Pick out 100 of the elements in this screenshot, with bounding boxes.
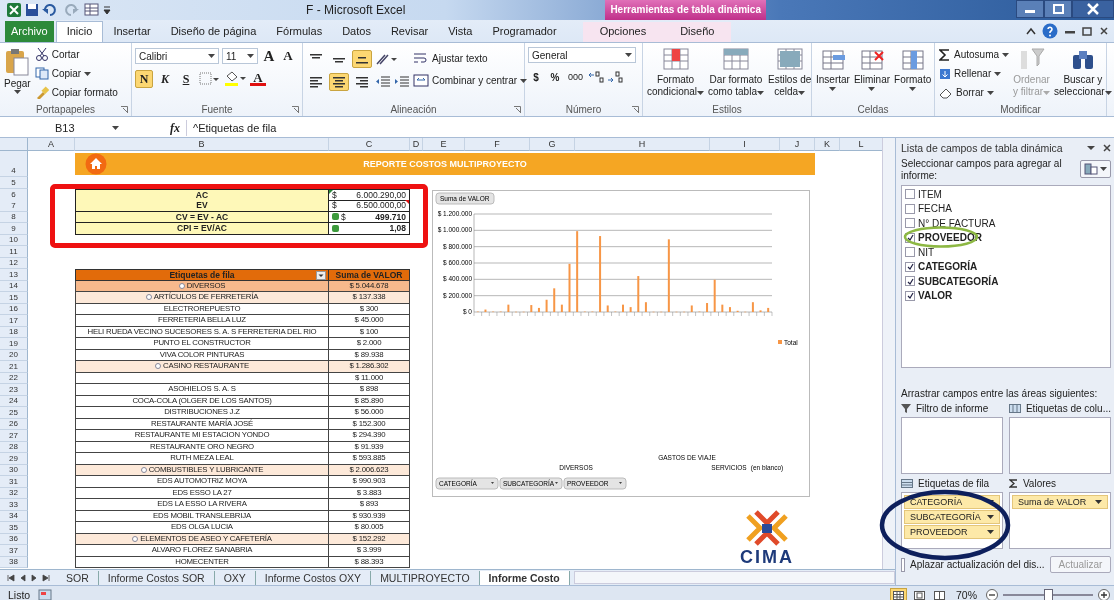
row-field-chip[interactable]: PROVEEDOR xyxy=(904,525,1000,539)
cells-button[interactable]: Eliminar xyxy=(852,46,892,92)
row-header[interactable]: 21 xyxy=(0,361,28,373)
editing-button[interactable]: Buscar y seleccionar xyxy=(1053,46,1113,99)
row-field-chip[interactable]: SUBCATEGORÍA xyxy=(904,510,1000,524)
sheet-tab[interactable]: OXY xyxy=(214,570,256,585)
collapse-icon[interactable] xyxy=(145,294,152,301)
sheet-tab[interactable]: SOR xyxy=(57,570,99,585)
ribbon-tab[interactable]: Revisar xyxy=(380,22,439,42)
cells-button[interactable]: Insertar xyxy=(815,46,851,92)
paste-button[interactable]: Pegar xyxy=(3,46,32,95)
column-header[interactable]: I xyxy=(710,138,780,151)
dialog-launcher-icon[interactable] xyxy=(121,106,128,113)
decrease-decimal-icon[interactable] xyxy=(607,70,624,84)
help-icon[interactable] xyxy=(1042,23,1058,39)
styles-button[interactable]: Dar formato como tabla xyxy=(707,46,765,99)
increase-decimal-icon[interactable] xyxy=(588,70,605,84)
wrap-text-button[interactable]: Ajustar texto xyxy=(412,50,529,67)
column-header[interactable]: J xyxy=(780,138,815,151)
restore-icon[interactable] xyxy=(1044,0,1072,18)
horizontal-scrollbar[interactable] xyxy=(573,571,895,584)
sheet-tab[interactable]: MULTIPROYECTO xyxy=(371,570,480,585)
save-icon[interactable] xyxy=(25,3,39,17)
ribbon-tab[interactable]: Fórmulas xyxy=(266,22,333,42)
close-icon[interactable] xyxy=(1072,0,1114,18)
row-header[interactable]: 5 xyxy=(0,177,28,189)
row-header[interactable]: 37 xyxy=(0,545,28,557)
dialog-launcher-icon[interactable] xyxy=(514,106,521,113)
view-button[interactable] xyxy=(890,587,907,600)
defer-checkbox[interactable] xyxy=(901,557,905,572)
column-header[interactable]: C xyxy=(329,138,410,151)
ribbon-tab[interactable]: Datos xyxy=(332,22,381,42)
row-header[interactable]: 35 xyxy=(0,522,28,534)
row-header[interactable]: 15 xyxy=(0,292,28,304)
thousands-format-button[interactable]: 000 xyxy=(566,68,586,86)
field-checkbox[interactable] xyxy=(905,261,915,272)
view-button[interactable] xyxy=(932,588,947,600)
field-name[interactable]: CATEGORÍA xyxy=(918,261,978,273)
field-checkbox[interactable] xyxy=(905,218,915,229)
field-name[interactable]: NIT xyxy=(918,246,935,258)
vertical-scrollbar[interactable] xyxy=(882,138,895,569)
sheet-nav-icon[interactable] xyxy=(42,573,51,582)
macro-record-icon[interactable] xyxy=(38,589,53,600)
row-header[interactable]: 27 xyxy=(0,430,28,442)
ribbon-tab[interactable]: Diseño xyxy=(663,22,732,42)
view-button[interactable] xyxy=(912,588,927,600)
cut-button[interactable]: Cortar xyxy=(33,46,119,63)
collapse-icon[interactable] xyxy=(140,466,147,473)
collapse-icon[interactable] xyxy=(155,363,162,370)
ribbon-tab[interactable]: Diseño de página xyxy=(160,22,267,42)
column-header[interactable]: G xyxy=(530,138,575,151)
row-header[interactable]: 19 xyxy=(0,338,28,350)
percent-format-button[interactable]: % xyxy=(547,68,563,86)
ribbon-tab[interactable]: Inicio xyxy=(55,21,104,42)
ribbon-tab[interactable]: Vista xyxy=(438,22,483,42)
insert-function-button[interactable]: fx xyxy=(170,120,180,136)
field-checkbox[interactable] xyxy=(905,247,915,258)
ribbon-tab[interactable]: Programador xyxy=(482,22,567,42)
fill-color-icon[interactable] xyxy=(223,71,247,87)
zoom-in-icon[interactable] xyxy=(1098,589,1110,600)
filter-dropdown-icon[interactable] xyxy=(316,271,326,280)
text-orientation-icon[interactable] xyxy=(375,52,397,66)
field-checkbox[interactable] xyxy=(905,203,915,214)
copy-button[interactable]: Copiar xyxy=(33,65,119,82)
row-header[interactable]: 31 xyxy=(0,476,28,488)
collapse-ribbon-icon[interactable] xyxy=(1026,27,1036,35)
font-color-button[interactable]: A xyxy=(250,72,266,86)
column-header[interactable]: F xyxy=(465,138,530,151)
ribbon-tab[interactable]: Insertar xyxy=(103,22,161,42)
ribbon-tab[interactable]: Opciones xyxy=(582,22,664,42)
row-header[interactable]: 7 xyxy=(0,200,28,212)
horizontal-align-button[interactable] xyxy=(329,73,349,91)
column-header[interactable]: L xyxy=(840,138,882,151)
value-field-chip[interactable]: Suma de VALOR xyxy=(1011,495,1108,509)
field-name[interactable]: VALOR xyxy=(918,290,953,302)
row-header[interactable]: 13 xyxy=(0,269,28,281)
zoom-out-icon[interactable] xyxy=(986,589,998,600)
form-icon[interactable] xyxy=(84,3,100,17)
row-header[interactable]: 29 xyxy=(0,453,28,465)
field-name[interactable]: SUBCATEGORÍA xyxy=(918,275,999,287)
column-header[interactable]: A xyxy=(28,138,75,151)
row-header[interactable]: 17 xyxy=(0,315,28,327)
increase-indent-icon[interactable] xyxy=(394,76,410,88)
row-header[interactable]: 4 xyxy=(0,151,28,177)
decrease-indent-icon[interactable] xyxy=(375,76,391,88)
dialog-launcher-icon[interactable] xyxy=(632,106,639,113)
number-format-dropdown[interactable]: General xyxy=(528,47,636,63)
column-header[interactable]: B xyxy=(75,138,329,151)
field-name[interactable]: N° DE FACTURA xyxy=(918,217,996,229)
spreadsheet-logo-icon[interactable] xyxy=(6,2,22,18)
close-icon[interactable] xyxy=(1100,26,1108,36)
zoom-level[interactable]: 70% xyxy=(956,589,977,600)
clear-button[interactable]: Borrar xyxy=(938,84,1011,101)
collapse-icon[interactable] xyxy=(132,535,139,542)
caret-icon[interactable] xyxy=(1087,145,1095,151)
formula-field[interactable]: ^Etiquetas de fila xyxy=(186,120,1114,136)
field-checkbox[interactable] xyxy=(905,189,915,200)
fill-button[interactable]: Rellenar xyxy=(938,65,1011,82)
vertical-align-button[interactable] xyxy=(352,50,372,68)
currency-format-button[interactable]: $ xyxy=(528,68,544,86)
